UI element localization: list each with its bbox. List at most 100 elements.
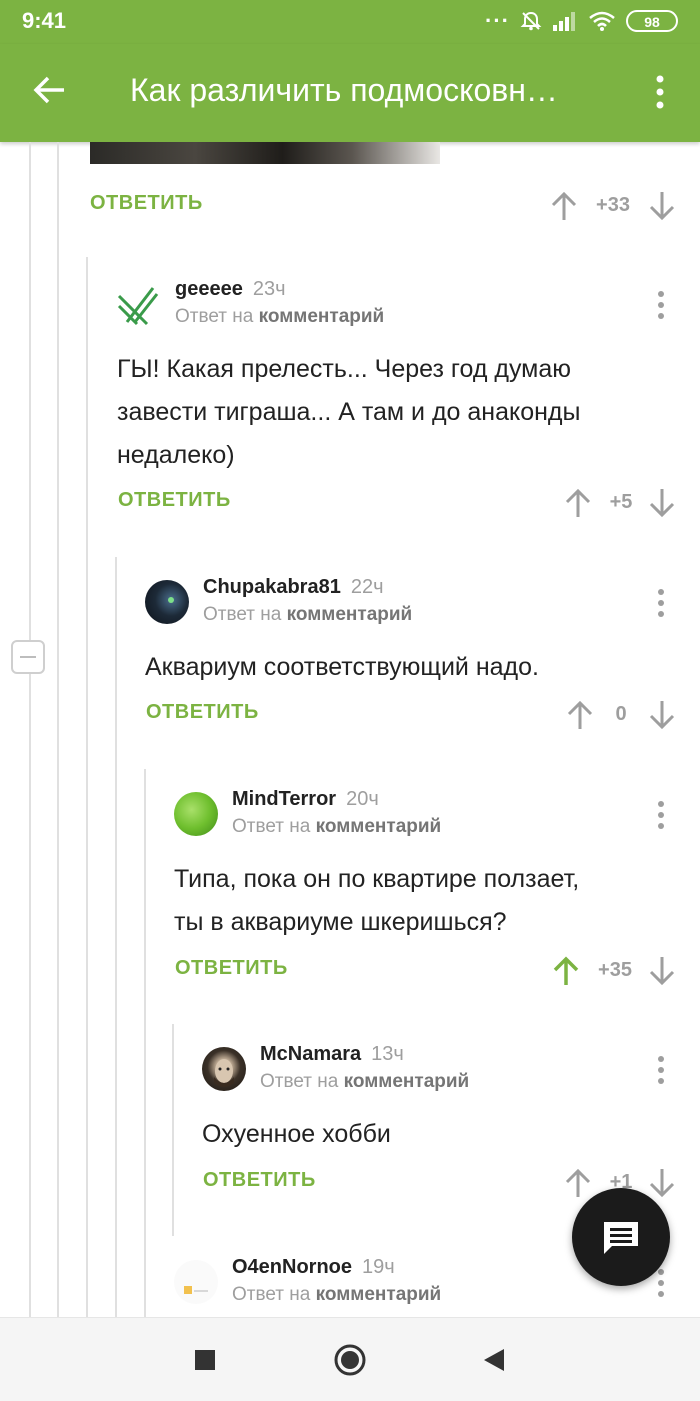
upvote-icon[interactable] (550, 190, 578, 222)
avatar[interactable] (202, 1047, 246, 1091)
overflow-menu-icon[interactable] (650, 74, 670, 110)
comment-text-line: ГЫ! Какая прелесть... Через год думаю (117, 355, 572, 383)
reply-button[interactable]: ОТВЕТИТЬ (90, 192, 203, 215)
comment-text-line: ты в аквариуме шкеришься? (174, 908, 507, 936)
user-logo-icon (117, 287, 159, 326)
avatar[interactable] (174, 1260, 218, 1304)
username-text[interactable]: MindTerror (232, 788, 336, 810)
username[interactable]: MindTerror 20ч (232, 788, 379, 811)
downvote-icon[interactable] (648, 699, 676, 731)
reply-to: Ответ на комментарий (175, 306, 384, 328)
comment-menu-icon[interactable] (655, 1268, 667, 1298)
reply-button[interactable]: ОТВЕТИТЬ (118, 489, 231, 512)
comment-time: 20ч (346, 788, 379, 810)
comment-text-line: Типа, пока он по квартире ползает, (174, 865, 580, 893)
comment-actions: ОТВЕТИТЬ +35 (175, 951, 680, 991)
comment-actions: ОТВЕТИТЬ 0 (146, 695, 680, 735)
more-notifications-icon: ··· (485, 8, 510, 33)
avatar[interactable] (145, 580, 189, 624)
back-arrow-icon[interactable] (30, 70, 70, 110)
reply-to: Ответ на комментарий (232, 816, 441, 838)
comment-actions: ОТВЕТИТЬ +5 (118, 483, 680, 523)
comment-icon (604, 1222, 638, 1254)
upvote-icon[interactable] (566, 699, 594, 731)
status-time: 9:41 (22, 8, 67, 33)
avatar[interactable] (117, 282, 161, 326)
downvote-icon[interactable] (648, 487, 676, 519)
reply-to-prefix: Ответ на (203, 604, 282, 625)
username-text[interactable]: Chupakabra81 (203, 576, 341, 598)
thread-line (57, 242, 59, 1317)
comment-menu-icon[interactable] (655, 1055, 667, 1085)
vote-controls: +5 (550, 483, 680, 523)
avatar-face-icon (214, 1059, 234, 1087)
thread-line (144, 769, 146, 1317)
reply-button[interactable]: ОТВЕТИТЬ (203, 1169, 316, 1192)
comment-time: 22ч (350, 576, 384, 598)
comments-feed[interactable]: ОТВЕТИТЬ +33 geeeee 23ч Ответ на коммент… (0, 142, 700, 1317)
reply-button[interactable]: ОТВЕТИТЬ (146, 701, 259, 724)
reply-to-link[interactable]: комментарий (287, 604, 413, 625)
comment-actions: ОТВЕТИТЬ +33 (90, 186, 680, 226)
muted-bell-icon (520, 11, 542, 31)
app-bar: Как различить подмосковн… (0, 44, 700, 142)
reply-to-link[interactable]: комментарий (316, 1284, 442, 1305)
comment-menu-icon[interactable] (655, 588, 667, 618)
username[interactable]: McNamara 13ч (260, 1043, 404, 1066)
username[interactable]: geeeee 23ч (175, 278, 286, 301)
upvote-icon[interactable] (564, 1167, 592, 1199)
vote-controls: +35 (550, 951, 680, 991)
downvote-icon[interactable] (648, 190, 676, 222)
signal-icon (553, 12, 575, 31)
reply-to: Ответ на комментарий (260, 1071, 469, 1093)
comment-score: +35 (598, 959, 632, 981)
battery-icon: 98 (626, 10, 678, 32)
comment-menu-icon[interactable] (655, 290, 667, 320)
reply-to-link[interactable]: комментарий (316, 816, 442, 837)
reply-to-prefix: Ответ на (232, 1284, 311, 1305)
reply-to-link[interactable]: комментарий (259, 306, 385, 327)
comment-text-line: Охуенное хобби (202, 1120, 391, 1148)
username-text[interactable]: geeeee (175, 278, 243, 300)
reply-to-prefix: Ответ на (260, 1071, 339, 1092)
username-text[interactable]: O4enNornoe (232, 1256, 352, 1278)
thread-line (86, 257, 88, 1317)
comment-text-line: Аквариум соответствующий надо. (145, 653, 539, 681)
reply-to-prefix: Ответ на (232, 816, 311, 837)
reply-to: Ответ на комментарий (232, 1284, 441, 1306)
reply-button[interactable]: ОТВЕТИТЬ (175, 957, 288, 980)
wifi-icon (589, 11, 615, 31)
collapse-thread-button[interactable] (11, 640, 45, 674)
username-text[interactable]: McNamara (260, 1043, 361, 1065)
downvote-icon[interactable] (648, 955, 676, 987)
comment-time: 19ч (362, 1256, 395, 1278)
comment-time: 13ч (371, 1043, 404, 1065)
comment-score: +5 (609, 491, 633, 513)
home-circle-icon[interactable] (333, 1343, 367, 1377)
thread-line (29, 142, 31, 1317)
thread-line (57, 142, 59, 242)
comment-menu-icon[interactable] (655, 800, 667, 830)
thread-line (115, 557, 117, 1317)
write-comment-button[interactable] (572, 1188, 670, 1286)
reply-to-link[interactable]: комментарий (344, 1071, 470, 1092)
system-nav-bar (0, 1317, 700, 1401)
downvote-icon[interactable] (648, 1167, 676, 1199)
upvote-icon[interactable] (564, 487, 592, 519)
comment-text: Типа, пока он по квартире ползает, ты в … (174, 858, 579, 944)
recents-square-icon[interactable] (193, 1348, 217, 1372)
vote-controls: +33 (550, 186, 680, 226)
comment-score: 0 (615, 703, 627, 725)
post-title: Как различить подмосковн… (130, 72, 558, 108)
username[interactable]: O4enNornoe 19ч (232, 1256, 395, 1279)
comment-text-line: недалеко) (117, 441, 235, 469)
vote-controls: 0 (550, 695, 680, 735)
username[interactable]: Chupakabra81 22ч (203, 576, 384, 599)
upvote-icon-active[interactable] (552, 955, 580, 987)
status-bar: 9:41 ··· 98 (0, 0, 700, 44)
reply-to: Ответ на комментарий (203, 604, 412, 626)
back-triangle-icon[interactable] (482, 1347, 506, 1373)
avatar-image-icon (168, 597, 174, 603)
avatar[interactable] (174, 792, 218, 836)
post-image (90, 142, 440, 164)
